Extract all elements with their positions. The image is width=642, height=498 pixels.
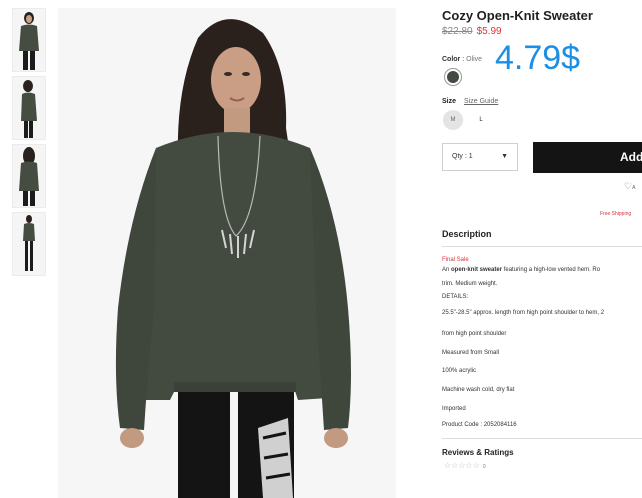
product-code: Product Code : 2052084116 xyxy=(442,422,517,428)
color-value: Olive xyxy=(466,56,483,63)
add-to-bag-button[interactable]: Add xyxy=(533,142,642,173)
color-label: Color : Olive xyxy=(442,56,483,63)
star-rating-icons: ☆☆☆☆☆ xyxy=(444,461,480,470)
size-option-m[interactable]: M xyxy=(443,110,463,130)
thumbnail-back[interactable] xyxy=(12,144,46,208)
price-row: $22.80 $5.99 xyxy=(442,26,502,37)
final-sale-label: Final Sale xyxy=(442,257,469,263)
detail-material: 100% acrylic xyxy=(442,368,477,374)
wishlist-link[interactable]: ♡A xyxy=(624,181,635,192)
product-title: Cozy Open-Knit Sweater xyxy=(442,8,593,23)
chevron-down-icon: ▼ xyxy=(501,153,508,160)
rating-stars[interactable]: ☆☆☆☆☆ 0 xyxy=(444,461,486,470)
color-label-text: Color xyxy=(442,56,461,63)
detail-care: Machine wash cold, dry flat xyxy=(442,387,515,393)
heart-icon: ♡ xyxy=(624,181,633,191)
details-label: DETAILS: xyxy=(442,294,469,300)
review-count: 0 xyxy=(482,464,486,470)
free-shipping-note: Free Shipping xyxy=(600,211,632,217)
reviews-heading: Reviews & Ratings xyxy=(442,448,514,457)
color-swatch-olive[interactable] xyxy=(444,68,462,86)
detail-length: 25.5"-28.5" approx. length from high poi… xyxy=(442,310,605,316)
size-row: Size Size Guide xyxy=(442,98,498,105)
thumbnail-side[interactable] xyxy=(12,76,46,140)
description-keyword: open-knit sweater xyxy=(451,267,503,273)
size-label: Size xyxy=(442,98,457,105)
description-intro: An open-knit sweater featuring a high-lo… xyxy=(442,267,601,273)
thumbnail-full[interactable] xyxy=(12,212,46,276)
detail-origin: Imported xyxy=(442,406,466,412)
overlay-price-annotation: 4.79$ xyxy=(495,39,581,77)
main-product-image[interactable] xyxy=(58,8,396,498)
divider xyxy=(442,438,642,439)
original-price: $22.80 xyxy=(442,26,473,37)
thumbnail-strip xyxy=(12,8,46,280)
quantity-value: Qty : 1 xyxy=(452,153,473,160)
wishlist-label: A xyxy=(632,185,636,191)
divider xyxy=(442,246,642,247)
size-option-l[interactable]: L xyxy=(472,110,490,130)
description-line-2: trim. Medium weight. xyxy=(442,281,498,287)
quantity-select[interactable]: Qty : 1 ▼ xyxy=(442,143,518,171)
thumbnail-front[interactable] xyxy=(12,8,46,72)
size-guide-link[interactable]: Size Guide xyxy=(464,98,498,105)
description-heading: Description xyxy=(442,229,492,239)
detail-measure-point: from high point shoulder xyxy=(442,331,507,337)
detail-measured-from: Measured from Small xyxy=(442,350,500,356)
sale-price: $5.99 xyxy=(476,26,502,37)
